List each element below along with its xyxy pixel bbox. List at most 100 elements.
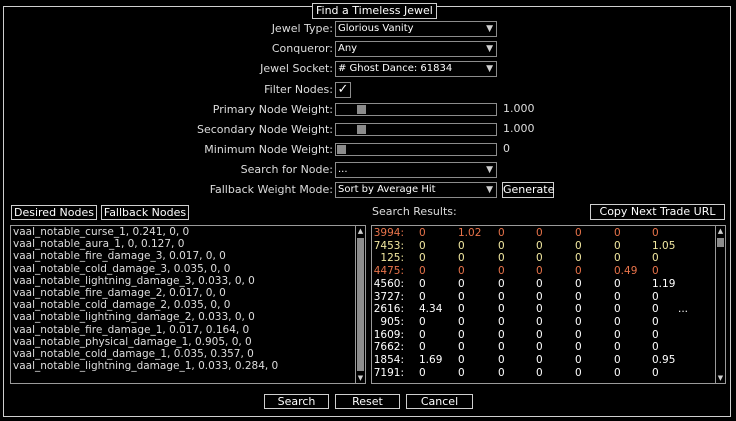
result-cell: 0: [498, 341, 505, 354]
result-cell: 0: [458, 354, 465, 366]
list-item[interactable]: vaal_notable_fire_damage_1, 0.017, 0.164…: [11, 324, 365, 336]
table-row[interactable]: 905: 0 0 0 0 0 0 0: [372, 316, 725, 329]
slider-handle[interactable]: [337, 145, 346, 154]
primary-weight-value: 1.000: [503, 102, 535, 115]
table-row[interactable]: 7191: 0 0 0 0 0 0 0: [372, 367, 725, 380]
list-item[interactable]: vaal_notable_fire_damage_3, 0.017, 0, 0: [11, 250, 365, 262]
tab-desired-nodes[interactable]: Desired Nodes: [11, 205, 97, 220]
result-cell: 0: [419, 328, 426, 341]
table-row[interactable]: 7662: 0 0 0 0 0 0 0: [372, 341, 725, 354]
list-item[interactable]: vaal_notable_fire_damage_2, 0.017, 0, 0: [11, 287, 365, 299]
result-cell: 0: [498, 328, 505, 341]
result-cell: 0: [614, 277, 621, 290]
search-results-scrollbar[interactable]: ▲ ▼: [715, 226, 725, 383]
list-item[interactable]: vaal_notable_aura_1, 0, 0.127, 0: [11, 238, 365, 250]
primary-weight-slider[interactable]: [335, 103, 497, 116]
scroll-up-icon[interactable]: ▲: [716, 226, 725, 236]
result-cell: 0: [614, 227, 621, 239]
list-item[interactable]: vaal_notable_lightning_damage_1, 0.033, …: [11, 360, 365, 372]
scroll-down-icon[interactable]: ▼: [356, 373, 365, 383]
table-row[interactable]: 2616: 4.34 0 0 0 0 0 0...: [372, 303, 725, 316]
result-cell: 0: [419, 277, 426, 290]
scrollbar-thumb[interactable]: [717, 238, 724, 247]
table-row[interactable]: 4560: 0 0 0 0 0 0 1.19: [372, 278, 725, 291]
primary-weight-label: Primary Node Weight:: [212, 103, 333, 116]
list-item[interactable]: vaal_notable_lightning_damage_2, 0.033, …: [11, 311, 365, 323]
result-cell: 0: [614, 341, 621, 354]
search-results-list[interactable]: 3994: 0 1.02 0 0 0 0 0 7453: 0 0 0 0 0 0 1.05 125: 0 0 0 0 0 0…: [371, 225, 726, 384]
fallback-mode-dropdown[interactable]: Sort by Average Hit ▼: [335, 182, 497, 198]
fallback-mode-label: Fallback Weight Mode:: [209, 183, 333, 196]
result-cell: 0.49: [614, 265, 638, 278]
fallback-mode-value: Sort by Average Hit: [338, 184, 436, 195]
result-cell: 0: [614, 366, 621, 379]
result-cell: 0: [536, 252, 543, 265]
result-cell: 0: [498, 315, 505, 328]
jewel-socket-dropdown[interactable]: # Ghost Dance: 61834 ▼: [335, 61, 497, 77]
scroll-down-icon[interactable]: ▼: [716, 373, 725, 383]
slider-handle[interactable]: [356, 125, 366, 134]
table-row[interactable]: 4475: 0 0 0 0 0 0.49 0: [372, 265, 725, 278]
result-cell: 0: [575, 354, 582, 366]
result-cell: 0: [614, 303, 621, 316]
list-item[interactable]: vaal_notable_physical_damage_1, 0.905, 0…: [11, 336, 365, 348]
desired-nodes-list[interactable]: vaal_notable_curse_1, 0.241, 0, 0 vaal_no…: [10, 225, 366, 384]
result-cell: 0: [498, 265, 505, 278]
copy-trade-url-button[interactable]: Copy Next Trade URL: [590, 204, 725, 220]
search-node-dropdown[interactable]: ... ▼: [335, 162, 497, 178]
result-cell: 0: [419, 252, 426, 265]
list-item[interactable]: vaal_notable_curse_1, 0.241, 0, 0: [11, 226, 365, 238]
result-cell: 0: [419, 265, 426, 278]
result-cell: 1.19: [652, 277, 676, 290]
desired-nodes-scrollbar[interactable]: ▲ ▼: [355, 226, 365, 383]
table-row[interactable]: 1854: 1.69 0 0 0 0 0 0.95: [372, 354, 725, 367]
table-row[interactable]: 3727: 0 0 0 0 0 0 0: [372, 291, 725, 304]
list-item[interactable]: vaal_notable_cold_damage_1, 0.035, 0.357…: [11, 348, 365, 360]
list-item[interactable]: vaal_notable_lightning_damage_3, 0.033, …: [11, 275, 365, 287]
filter-nodes-checkbox[interactable]: ✓: [335, 82, 351, 98]
reset-button[interactable]: Reset: [335, 394, 400, 409]
result-seed: 7191:: [373, 366, 404, 379]
result-cell: 0: [536, 341, 543, 354]
jewel-type-dropdown[interactable]: Glorious Vanity ▼: [335, 21, 497, 37]
result-cell: 0: [614, 252, 621, 265]
search-results-header: Search Results:: [372, 205, 457, 218]
list-item[interactable]: vaal_notable_cold_damage_2, 0.035, 0, 0: [11, 299, 365, 311]
minimum-weight-slider[interactable]: [335, 143, 497, 156]
table-row[interactable]: 3994: 0 1.02 0 0 0 0 0: [372, 227, 725, 240]
scroll-up-icon[interactable]: ▲: [356, 226, 365, 236]
result-cell: 0: [458, 315, 465, 328]
result-cell: 0: [575, 315, 582, 328]
result-cell: 0: [575, 252, 582, 265]
tab-fallback-nodes[interactable]: Fallback Nodes: [101, 205, 189, 220]
table-row[interactable]: 125: 0 0 0 0 0 0 0: [372, 252, 725, 265]
result-cell: 0: [536, 277, 543, 290]
list-item[interactable]: vaal_notable_cold_damage_3, 0.035, 0, 0: [11, 263, 365, 275]
table-row[interactable]: 7453: 0 0 0 0 0 0 1.05: [372, 240, 725, 253]
result-cell: 0: [419, 341, 426, 354]
table-row[interactable]: 1609: 0 0 0 0 0 0 0: [372, 329, 725, 342]
result-cell: 0: [575, 328, 582, 341]
result-cell: 0: [458, 366, 465, 379]
chevron-down-icon: ▼: [486, 64, 493, 74]
result-cell: 0: [652, 265, 659, 278]
result-cell: 0: [614, 328, 621, 341]
result-cell: 0: [498, 239, 505, 252]
cancel-button[interactable]: Cancel: [406, 394, 473, 409]
scrollbar-thumb[interactable]: [357, 238, 364, 371]
result-cell: 0: [419, 227, 426, 239]
result-seed: 1609:: [373, 328, 404, 341]
secondary-weight-label: Secondary Node Weight:: [197, 123, 333, 136]
result-cell: 0: [575, 341, 582, 354]
result-cell: 0: [498, 366, 505, 379]
conqueror-value: Any: [338, 43, 358, 54]
secondary-weight-slider[interactable]: [335, 123, 497, 136]
conqueror-dropdown[interactable]: Any ▼: [335, 41, 497, 57]
slider-handle[interactable]: [356, 105, 366, 114]
result-cell: 0: [498, 290, 505, 303]
result-cell: 0: [652, 341, 659, 354]
result-cell: 0: [498, 277, 505, 290]
generate-button[interactable]: Generate: [502, 182, 554, 198]
result-seed: 125:: [380, 252, 404, 265]
search-button[interactable]: Search: [264, 394, 329, 409]
